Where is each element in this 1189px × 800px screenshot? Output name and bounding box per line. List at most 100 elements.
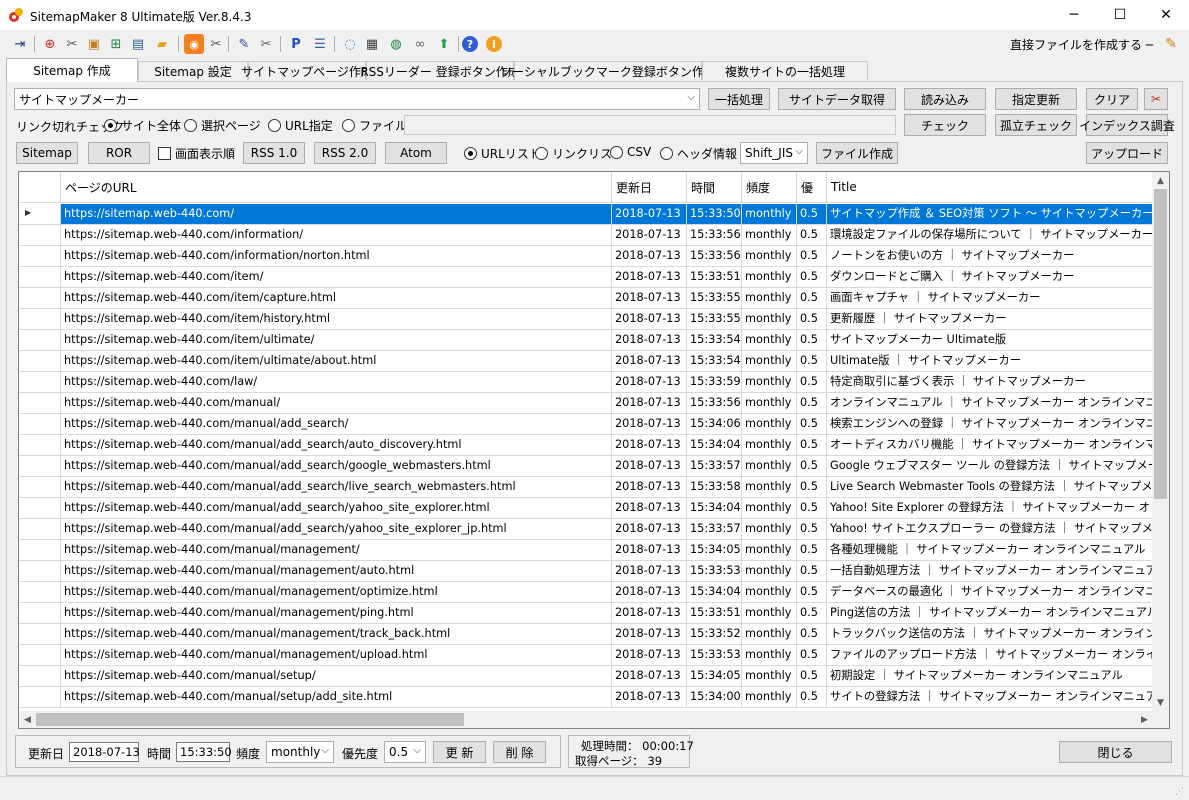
- url-input[interactable]: [404, 115, 896, 135]
- close-button[interactable]: 閉じる: [1059, 741, 1172, 763]
- cell-priority[interactable]: 0.5: [797, 624, 827, 645]
- row-header[interactable]: [19, 288, 61, 309]
- cell-priority[interactable]: 0.5: [797, 246, 827, 267]
- export-icon[interactable]: ⬆: [434, 34, 454, 54]
- table-row[interactable]: https://sitemap.web-440.com/manual/add_s…: [19, 414, 1157, 435]
- cell-priority[interactable]: 0.5: [797, 498, 827, 519]
- ror-button[interactable]: ROR: [88, 142, 150, 164]
- cell-url[interactable]: https://sitemap.web-440.com/manual/: [61, 393, 612, 414]
- cell-title[interactable]: 環境設定ファイルの保存場所について ｜ サイトマップメーカー: [827, 225, 1157, 246]
- cell-url[interactable]: https://sitemap.web-440.com/manual/manag…: [61, 561, 612, 582]
- printer-icon[interactable]: ▦: [362, 34, 382, 54]
- cell-frequency[interactable]: monthly: [742, 435, 797, 456]
- sitemap-button[interactable]: Sitemap: [16, 142, 78, 164]
- row-header[interactable]: [19, 309, 61, 330]
- cell-priority[interactable]: 0.5: [797, 582, 827, 603]
- cell-url[interactable]: https://sitemap.web-440.com/law/: [61, 372, 612, 393]
- row-header[interactable]: [19, 267, 61, 288]
- row-header[interactable]: [19, 582, 61, 603]
- row-header[interactable]: [19, 414, 61, 435]
- table-row[interactable]: https://sitemap.web-440.com/manual/add_s…: [19, 498, 1157, 519]
- cell-frequency[interactable]: monthly: [742, 393, 797, 414]
- cell-time[interactable]: 15:33:56: [687, 225, 742, 246]
- atom-button[interactable]: Atom: [385, 142, 447, 164]
- cell-priority[interactable]: 0.5: [797, 603, 827, 624]
- web-icon[interactable]: ◍: [386, 34, 406, 54]
- scroll-right-icon[interactable]: ▶: [1136, 711, 1153, 728]
- tab-sitemap-create[interactable]: Sitemap 作成: [6, 58, 138, 82]
- rss20-button[interactable]: RSS 2.0: [314, 142, 376, 164]
- cell-frequency[interactable]: monthly: [742, 414, 797, 435]
- cell-title[interactable]: 各種処理機能 ｜ サイトマップメーカー オンラインマニュアル: [827, 540, 1157, 561]
- pin-icon[interactable]: P: [286, 34, 306, 54]
- table-row[interactable]: https://sitemap.web-440.com/manual/manag…: [19, 582, 1157, 603]
- tools-icon[interactable]: ✂: [62, 34, 82, 54]
- cell-title[interactable]: ノートンをお使いの方 ｜ サイトマップメーカー: [827, 246, 1157, 267]
- cell-time[interactable]: 15:33:54: [687, 330, 742, 351]
- cell-priority[interactable]: 0.5: [797, 204, 827, 225]
- cell-priority[interactable]: 0.5: [797, 687, 827, 708]
- cell-url[interactable]: https://sitemap.web-440.com/manual/manag…: [61, 603, 612, 624]
- close-window-button[interactable]: ✕: [1143, 0, 1189, 30]
- cell-time[interactable]: 15:33:51: [687, 267, 742, 288]
- cell-date[interactable]: 2018-07-13: [612, 414, 687, 435]
- radio-selected-page[interactable]: 選択ページ: [184, 117, 261, 134]
- row-header[interactable]: [19, 372, 61, 393]
- row-header[interactable]: [19, 330, 61, 351]
- cell-date[interactable]: 2018-07-13: [612, 309, 687, 330]
- page-grid[interactable]: ページのURL 更新日 時間 頻度 優 Title ▶ https://sitem…: [18, 171, 1170, 729]
- cell-url[interactable]: https://sitemap.web-440.com/: [61, 204, 612, 225]
- cell-time[interactable]: 15:34:04: [687, 582, 742, 603]
- cell-frequency[interactable]: monthly: [742, 225, 797, 246]
- cell-date[interactable]: 2018-07-13: [612, 645, 687, 666]
- cell-time[interactable]: 15:33:56: [687, 246, 742, 267]
- radio-csv[interactable]: CSV: [610, 145, 651, 159]
- cell-frequency[interactable]: monthly: [742, 603, 797, 624]
- radio-url-list[interactable]: URLリスト: [464, 145, 541, 162]
- index-survey-button[interactable]: インデックス調査: [1079, 114, 1175, 136]
- tools-button[interactable]: ✂: [1144, 88, 1168, 110]
- minimize-button[interactable]: ─: [1051, 0, 1097, 30]
- table-row[interactable]: https://sitemap.web-440.com/information/…: [19, 225, 1157, 246]
- cell-frequency[interactable]: monthly: [742, 498, 797, 519]
- cell-title[interactable]: 画面キャプチャ ｜ サイトマップメーカー: [827, 288, 1157, 309]
- cell-frequency[interactable]: monthly: [742, 666, 797, 687]
- cell-priority[interactable]: 0.5: [797, 414, 827, 435]
- scroll-down-icon[interactable]: ▼: [1152, 694, 1169, 711]
- cell-priority[interactable]: 0.5: [797, 393, 827, 414]
- row-header[interactable]: [19, 624, 61, 645]
- globe-icon[interactable]: ⊕: [40, 34, 60, 54]
- cell-priority[interactable]: 0.5: [797, 540, 827, 561]
- exit-icon[interactable]: ⇥: [10, 34, 30, 54]
- cell-url[interactable]: https://sitemap.web-440.com/information/…: [61, 246, 612, 267]
- cell-title[interactable]: トラックバック送信の方法 ｜ サイトマップメーカー オンラインマニュアル: [827, 624, 1157, 645]
- cell-url[interactable]: https://sitemap.web-440.com/manual/add_s…: [61, 477, 612, 498]
- table-row[interactable]: https://sitemap.web-440.com/manual/manag…: [19, 624, 1157, 645]
- isolated-check-button[interactable]: 孤立チェック: [995, 114, 1077, 136]
- batch-process-button[interactable]: 一括処理: [708, 88, 770, 110]
- cell-url[interactable]: https://sitemap.web-440.com/manual/add_s…: [61, 456, 612, 477]
- cell-title[interactable]: 検索エンジンへの登録 ｜ サイトマップメーカー オンラインマニュアル: [827, 414, 1157, 435]
- cell-date[interactable]: 2018-07-13: [612, 687, 687, 708]
- cell-time[interactable]: 15:33:57: [687, 519, 742, 540]
- cell-priority[interactable]: 0.5: [797, 351, 827, 372]
- cell-priority[interactable]: 0.5: [797, 330, 827, 351]
- cell-date[interactable]: 2018-07-13: [612, 225, 687, 246]
- cell-frequency[interactable]: monthly: [742, 519, 797, 540]
- row-header[interactable]: [19, 540, 61, 561]
- column-header-title[interactable]: Title: [827, 172, 1157, 203]
- cell-date[interactable]: 2018-07-13: [612, 519, 687, 540]
- radio-header-info[interactable]: ヘッダ情報: [660, 145, 737, 162]
- cell-title[interactable]: 初期設定 ｜ サイトマップメーカー オンラインマニュアル: [827, 666, 1157, 687]
- table-row[interactable]: https://sitemap.web-440.com/manual/manag…: [19, 645, 1157, 666]
- cell-priority[interactable]: 0.5: [797, 288, 827, 309]
- cell-time[interactable]: 15:33:54: [687, 351, 742, 372]
- cell-url[interactable]: https://sitemap.web-440.com/manual/manag…: [61, 582, 612, 603]
- cell-url[interactable]: https://sitemap.web-440.com/manual/manag…: [61, 540, 612, 561]
- cell-time[interactable]: 15:34:04: [687, 498, 742, 519]
- cell-title[interactable]: Yahoo! Site Explorer の登録方法 ｜ サイトマップメーカー …: [827, 498, 1157, 519]
- column-header-date[interactable]: 更新日: [612, 172, 687, 203]
- cell-frequency[interactable]: monthly: [742, 624, 797, 645]
- cell-url[interactable]: https://sitemap.web-440.com/manual/add_s…: [61, 498, 612, 519]
- cell-title[interactable]: ダウンロードとご購入 ｜ サイトマップメーカー: [827, 267, 1157, 288]
